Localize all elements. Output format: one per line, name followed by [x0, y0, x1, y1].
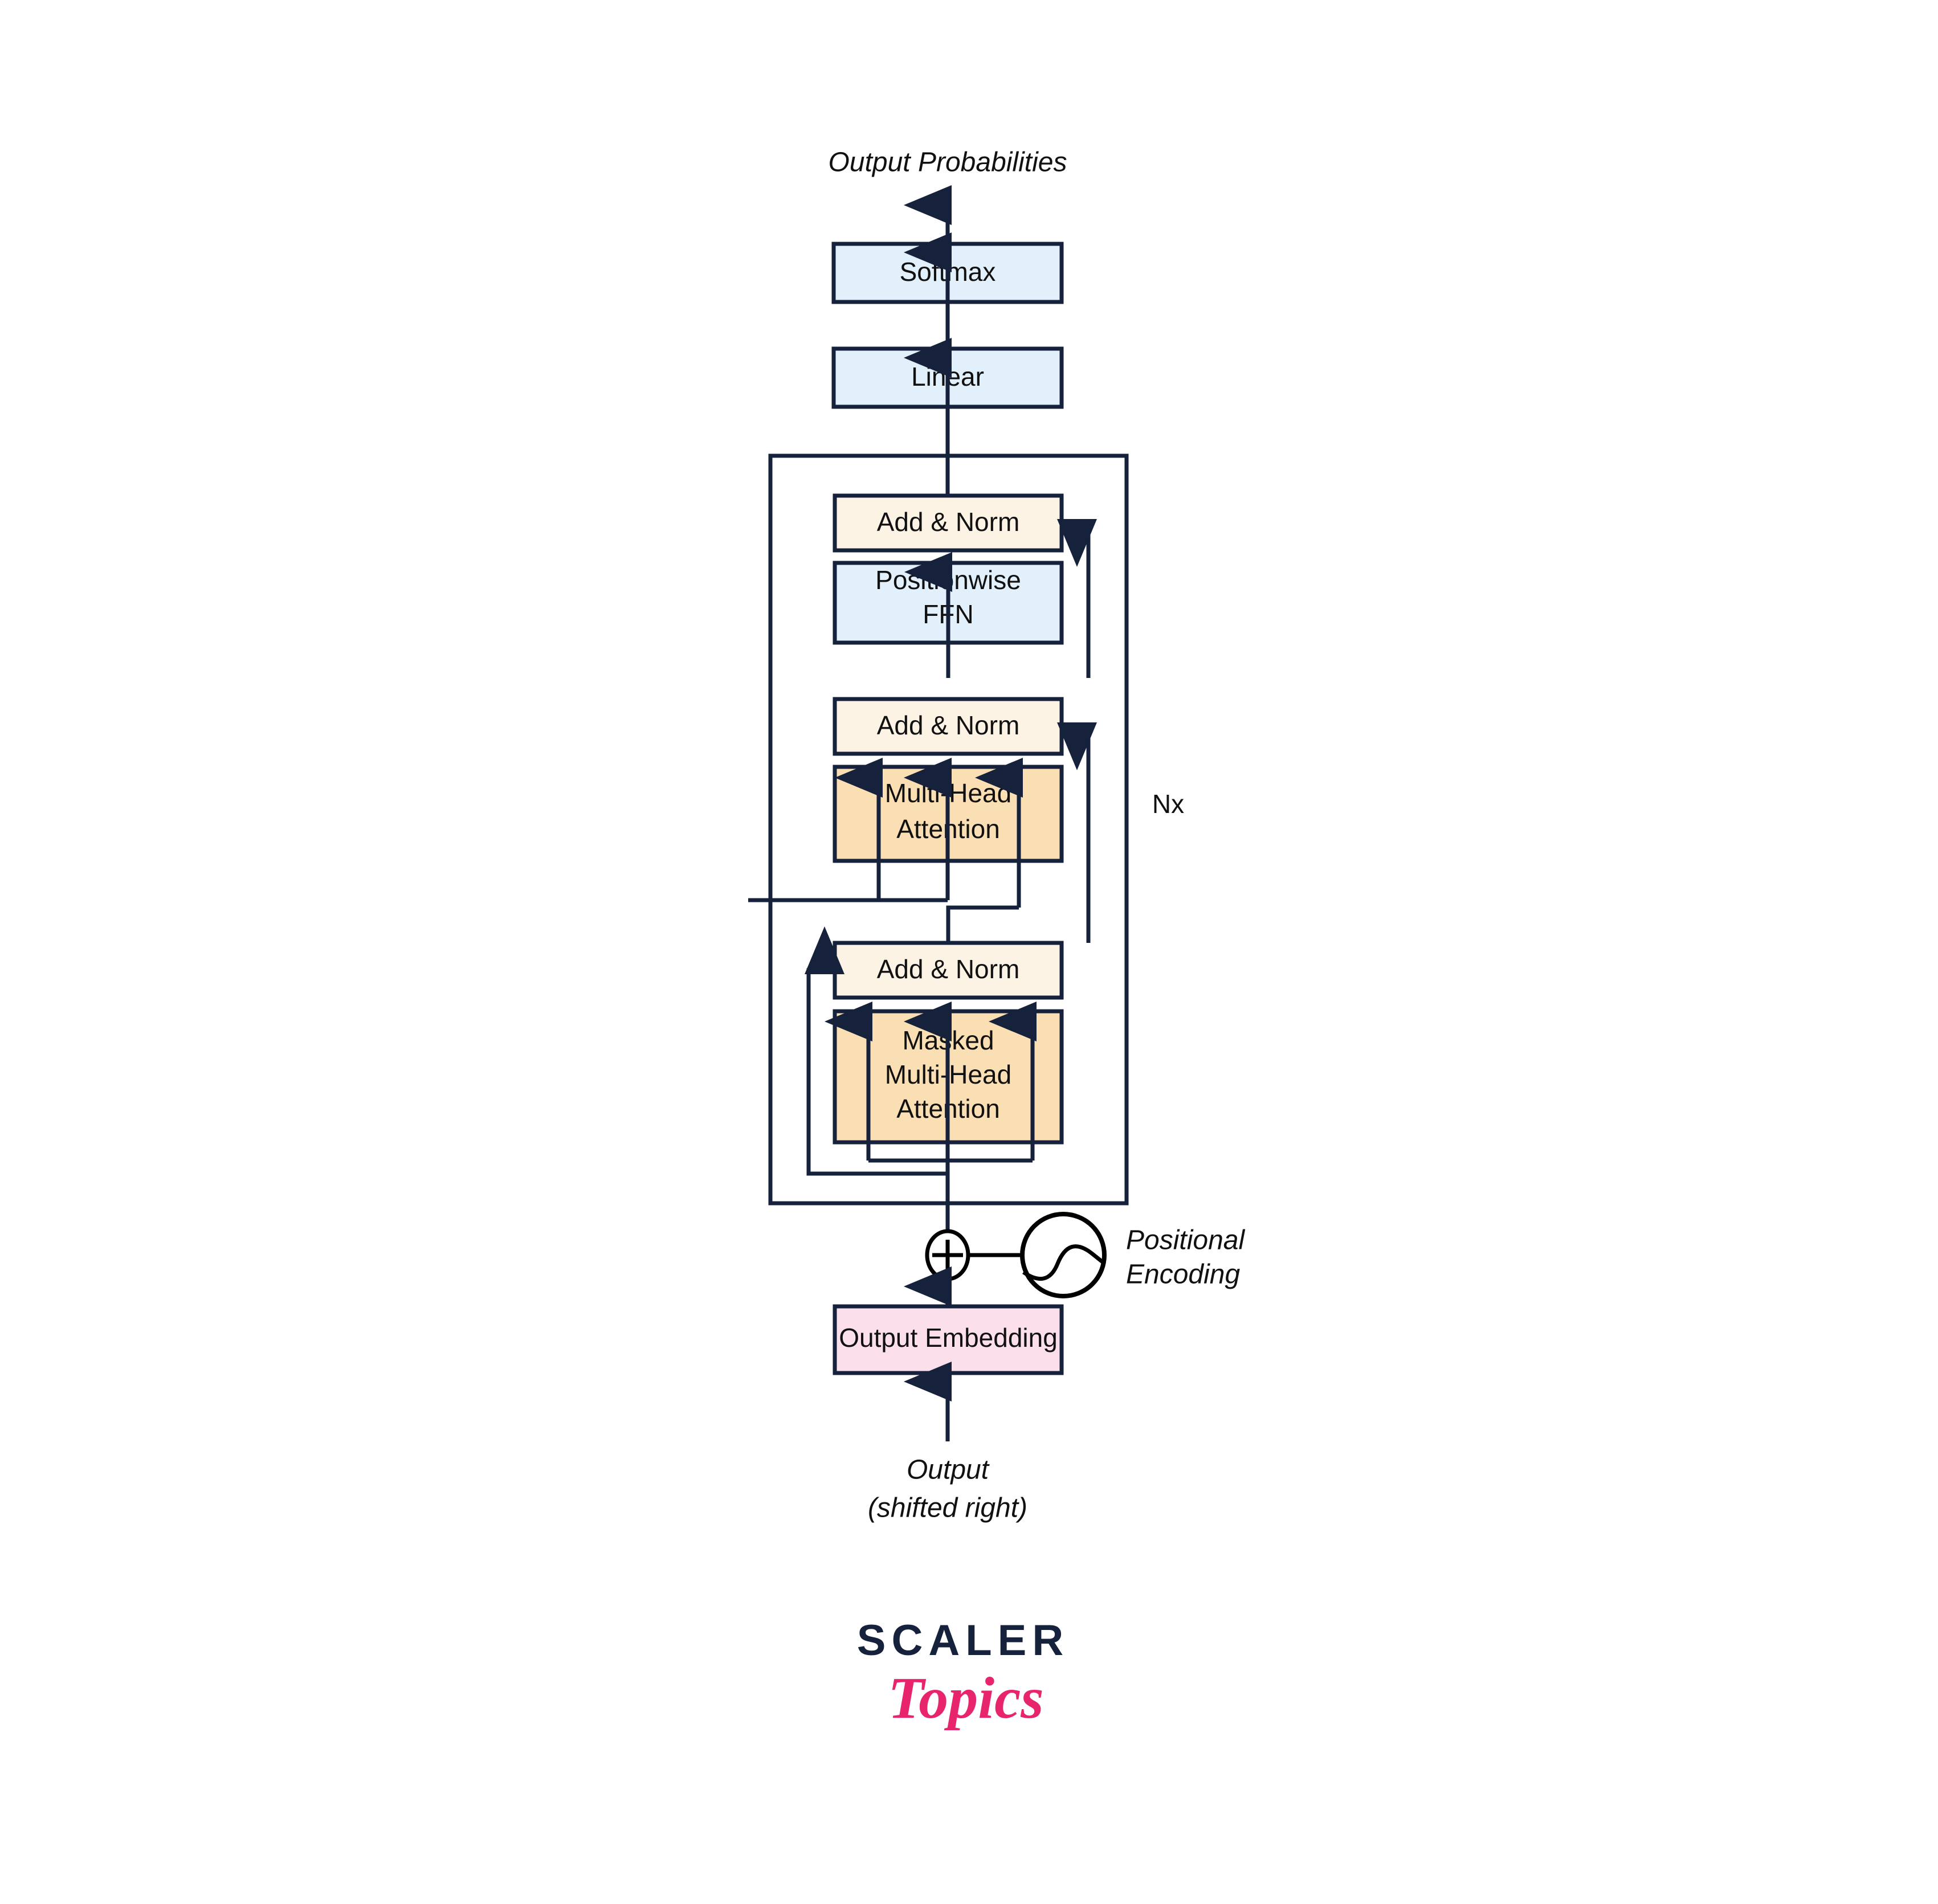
brand-wordmark-topics: Topics — [888, 1665, 1044, 1731]
positional-encoding-label-line1: Positional — [1126, 1225, 1245, 1256]
output-probabilities-label: Output Probabilities — [829, 148, 1067, 178]
positional-encoding-label-line2: Encoding — [1126, 1260, 1240, 1290]
block-add-norm-mid-label: Add & Norm — [877, 710, 1020, 740]
transformer-decoder-diagram: Output Probabilities Softmax Linear Nx A… — [0, 0, 1938, 1904]
input-label-line2: (shifted right) — [868, 1493, 1027, 1523]
brand-wordmark-scaler: SCALER — [857, 1616, 1069, 1665]
nx-repeat-label: Nx — [1152, 789, 1184, 819]
block-add-norm-bottom-label: Add & Norm — [877, 954, 1020, 984]
block-add-norm-top-label: Add & Norm — [877, 507, 1020, 537]
block-output-embedding-label: Output Embedding — [839, 1323, 1058, 1353]
input-label-line1: Output — [907, 1455, 990, 1485]
